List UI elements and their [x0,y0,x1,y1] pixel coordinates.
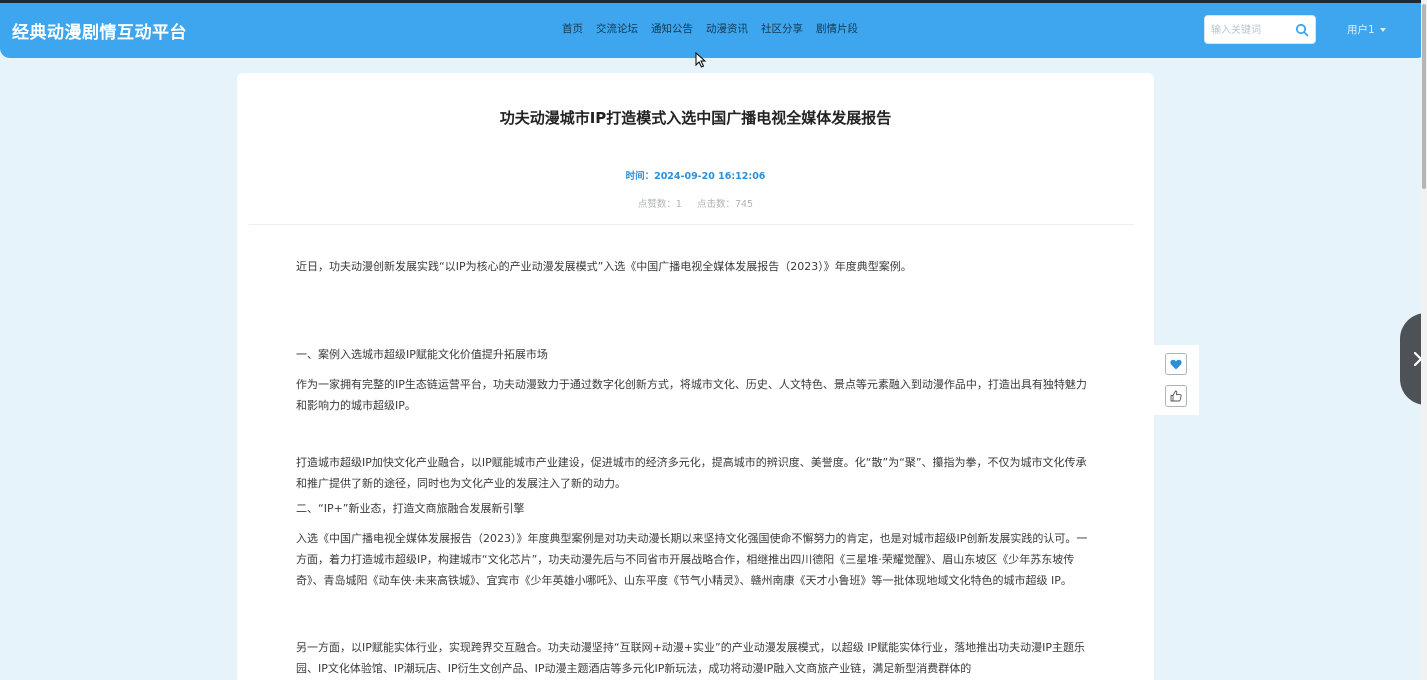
divider [249,224,1134,225]
nav-item-notices[interactable]: 通知公告 [651,21,693,36]
like-button[interactable] [1165,385,1187,407]
nav-item-plot-clips[interactable]: 剧情片段 [816,21,858,36]
top-navigation-bar: 经典动漫剧情互动平台 首页 交流论坛 通知公告 动漫资讯 社区分享 剧情片段 用… [0,0,1427,58]
article-card: 功夫动漫城市IP打造模式入选中国广播电视全媒体发展报告 时间：2024-09-2… [237,73,1154,680]
nav-item-forum[interactable]: 交流论坛 [596,21,638,36]
article-title: 功夫动漫城市IP打造模式入选中国广播电视全媒体发展报告 [499,109,892,127]
section-heading: 二、“IP+”新业态，打造文商旅融合发展新引擎 [296,502,525,515]
article-paragraph: 打造城市超级IP加快文化产业融合，以IP赋能城市产业建设，促进城市的经济多元化，… [296,456,1087,490]
nav-item-community[interactable]: 社区分享 [761,21,803,36]
article-paragraph: 近日，功夫动漫创新发展实践“以IP为核心的产业动漫发展模式”入选《中国广播电视全… [296,260,912,273]
article-time: 时间：2024-09-20 16:12:06 [625,171,766,182]
heart-icon [1170,359,1182,369]
scrollbar-thumb[interactable] [1422,4,1426,189]
article-stats: 点赞数：1 点击数：745 [237,196,1154,210]
like-count: 点赞数：1 [637,199,682,210]
click-count: 点击数：745 [696,199,754,210]
favorite-button[interactable] [1165,353,1187,375]
main-nav: 首页 交流论坛 通知公告 动漫资讯 社区分享 剧情片段 [562,21,858,36]
search-box [1204,15,1316,44]
thumbs-up-icon [1170,390,1182,402]
section-heading: 一、案例入选城市超级IP赋能文化价值提升拓展市场 [296,348,548,361]
article-paragraph: 入选《中国广播电视全媒体发展报告（2023）》年度典型案例是对功夫动漫长期以来坚… [296,532,1088,587]
side-action-panel [1154,345,1199,415]
user-menu[interactable]: 用户1 [1347,22,1386,37]
user-name: 用户1 [1347,24,1375,36]
nav-item-anime-news[interactable]: 动漫资讯 [706,21,748,36]
page-scrollbar[interactable] [1421,0,1427,680]
search-icon[interactable] [1295,23,1309,37]
chevron-down-icon [1379,27,1386,32]
article-paragraph: 另一方面，以IP赋能实体行业，实现跨界交互融合。功夫动漫坚持“互联网+动漫+实业… [296,641,1085,675]
mouse-cursor-icon [695,52,707,68]
site-title[interactable]: 经典动漫剧情互动平台 [12,18,187,43]
article-paragraph: 作为一家拥有完整的IP生态链运营平台，功夫动漫致力于通过数字化创新方式，将城市文… [296,378,1087,412]
search-input[interactable] [1211,22,1291,38]
nav-item-home[interactable]: 首页 [562,21,583,36]
